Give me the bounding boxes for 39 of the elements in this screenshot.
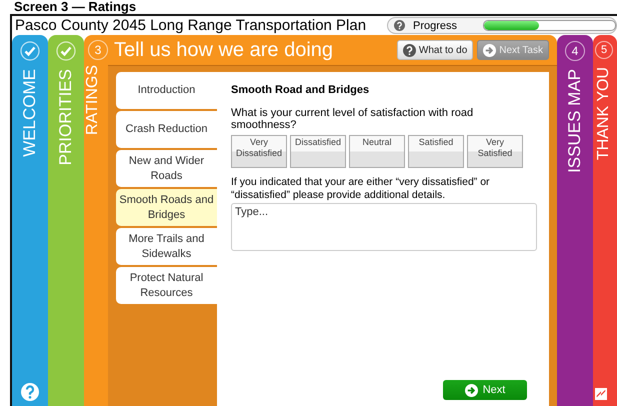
topic-item[interactable]: Protect Natural Resources (116, 267, 217, 304)
progress-label: Progress (413, 20, 458, 32)
header-button[interactable]: What to do (396, 40, 474, 60)
step-label: PRIORITIES (56, 69, 76, 166)
step-label: RATINGS (84, 65, 102, 135)
step-label: ISSUES MAP (565, 69, 585, 173)
step-number: 3 (88, 40, 108, 60)
step-tab[interactable]: 4 ISSUES MAP (557, 35, 593, 406)
topic-item[interactable]: New and Wider Roads (116, 150, 217, 187)
rating-option[interactable]: Very Dissatisfied (231, 135, 287, 168)
step-number: 4 (565, 41, 585, 61)
help-icon[interactable] (20, 382, 40, 402)
next-button[interactable]: Next (443, 380, 527, 400)
rating-option[interactable]: Neutral (349, 135, 405, 168)
page-caption: Screen 3 — Ratings (13, 0, 138, 14)
arrow-icon (464, 384, 478, 396)
rating-option[interactable]: Very Satisfied (467, 135, 523, 168)
topic-item[interactable]: Crash Reduction (116, 111, 217, 148)
details-prompt: If you indicated that your are either “very dissatisfied” or “dissatisfied” please provide additional details. (231, 176, 491, 202)
arrow-icon (483, 44, 496, 56)
check-icon (20, 41, 40, 61)
details-field[interactable]: Type... (231, 203, 537, 252)
question-heading: Smooth Road and Bridges (231, 84, 370, 96)
topic-item[interactable]: Introduction (116, 72, 217, 109)
help-icon[interactable] (394, 20, 405, 31)
rating-option[interactable]: Satisfied (408, 135, 464, 168)
step-label: WELCOME (20, 69, 40, 157)
logo-icon (595, 388, 607, 400)
window-title: Pasco County 2045 Long Range Transportation Plan (14, 17, 366, 34)
help-icon (402, 44, 416, 56)
question-prompt: What is your current level of satisfaction with road smoothness? (231, 107, 474, 131)
step-tab[interactable]: 5 THANK YOU (593, 35, 617, 406)
step-label: THANK YOU (595, 67, 613, 160)
step-heading: Tell us how we are doing (114, 38, 334, 62)
topic-item[interactable]: More Trails and Sidewalks (116, 228, 217, 265)
rating-option[interactable]: Dissatisfied (290, 135, 346, 168)
topic-item[interactable]: Smooth Roads and Bridges (116, 189, 217, 226)
step-number: 5 (595, 41, 613, 59)
check-icon (56, 41, 76, 61)
